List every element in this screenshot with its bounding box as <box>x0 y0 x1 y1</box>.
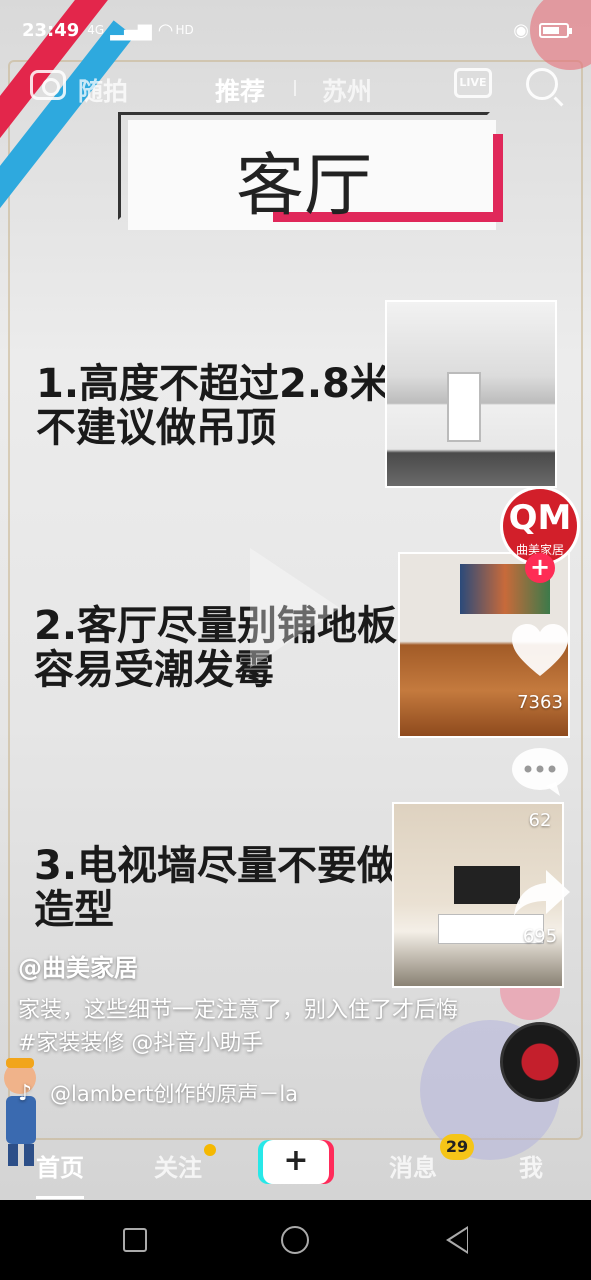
title-accent-bar-vertical <box>493 134 503 222</box>
top-navigation: 随拍 推荐 苏州 LIVE <box>0 62 591 112</box>
tip-line: 不建议做吊顶 <box>36 405 276 451</box>
signal-icon: 4G <box>87 23 105 37</box>
tab-following[interactable]: 关注 <box>154 1148 202 1183</box>
music-disc-icon[interactable] <box>500 1022 580 1102</box>
tip-line: 3.电视墙尽量不要做 <box>34 843 398 889</box>
home-icon[interactable] <box>281 1226 309 1254</box>
search-icon[interactable] <box>526 68 558 100</box>
tv-shape <box>454 866 520 904</box>
tip-1: 1.高度不超过2.8米 不建议做吊顶 <box>36 362 390 450</box>
share-icon[interactable] <box>512 866 572 920</box>
share-count: 695 <box>522 926 558 947</box>
tab-recommend[interactable]: 推荐 <box>215 72 265 108</box>
music-title: @lambert创作的原声－la <box>50 1082 299 1106</box>
music-info[interactable]: ♪ @lambert创作的原声－la <box>18 1078 298 1108</box>
tip-line: 造型 <box>34 887 114 933</box>
tab-home[interactable]: 首页 <box>36 1148 84 1183</box>
status-time: 23:49 <box>22 19 80 41</box>
video-screen[interactable]: 23:49 4G ▂▄▆ ◠ HD ◉ 随拍 推荐 苏州 LIVE 客厅 1.高… <box>0 0 591 1200</box>
nav-divider <box>294 80 296 96</box>
active-tab-indicator <box>36 1196 84 1199</box>
video-title-card: 客厅 <box>118 112 503 230</box>
follow-plus-button[interactable]: + <box>525 553 555 583</box>
tab-messages[interactable]: 消息 <box>389 1148 437 1183</box>
hd-icon: HD <box>175 23 194 37</box>
tab-snap[interactable]: 随拍 <box>78 72 128 108</box>
messages-badge: 29 <box>440 1134 474 1160</box>
tip-2: 2.客厅尽量别铺地板 容易受潮发霉 <box>34 604 397 692</box>
living-room-photo-1 <box>385 300 557 488</box>
play-icon[interactable] <box>250 548 340 668</box>
comment-count: 62 <box>528 810 552 831</box>
tip-line: 1.高度不超过2.8米 <box>36 361 390 407</box>
tab-city[interactable]: 苏州 <box>322 72 372 108</box>
wifi-icon: ◠ <box>157 19 174 41</box>
video-description[interactable]: 家装，这些细节一定注意了，别入住了才后悔#家装装修 @抖音小助手 <box>18 994 458 1060</box>
following-dot-badge <box>204 1144 216 1156</box>
signal-bars-icon: ▂▄▆ <box>110 19 152 41</box>
back-icon[interactable] <box>446 1226 468 1254</box>
tip-3: 3.电视墙尽量不要做 造型 <box>34 844 397 932</box>
heart-icon[interactable] <box>510 622 570 680</box>
system-navigation-bar <box>0 1200 591 1280</box>
tip-line: 容易受潮发霉 <box>34 647 274 693</box>
tip-line: 2.客厅尽量别铺地板 <box>34 603 398 649</box>
bottom-tab-bar: 首页 关注 + 消息 29 我 <box>0 1126 591 1200</box>
create-video-button[interactable]: + <box>263 1140 329 1184</box>
status-bar: 23:49 4G ▂▄▆ ◠ HD ◉ <box>0 0 591 60</box>
comment-icon[interactable] <box>510 746 570 798</box>
lock-icon: ◉ <box>513 19 529 41</box>
author-name[interactable]: @曲美家居 <box>18 948 138 983</box>
tab-me[interactable]: 我 <box>519 1148 543 1183</box>
recent-apps-icon[interactable] <box>123 1228 147 1252</box>
door-shape <box>447 372 481 442</box>
live-button[interactable]: LIVE <box>454 68 492 98</box>
battery-icon <box>539 22 572 38</box>
like-count: 7363 <box>517 692 563 713</box>
video-title: 客厅 <box>235 147 372 226</box>
music-note-icon: ♪ <box>18 1080 33 1106</box>
camera-icon[interactable] <box>30 70 66 100</box>
